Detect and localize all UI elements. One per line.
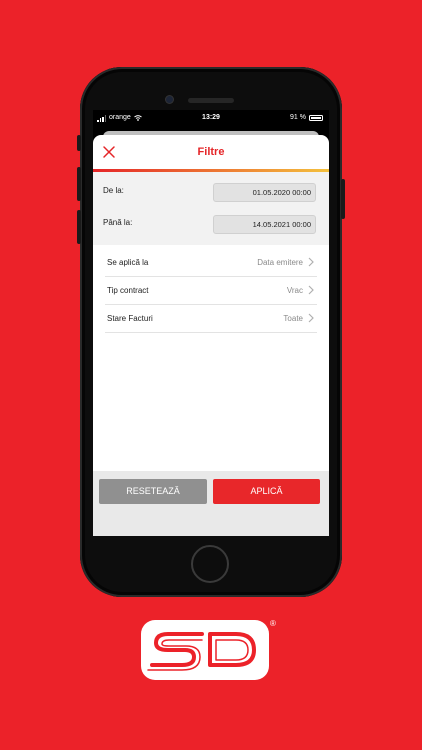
option-label: Se aplică la	[107, 258, 149, 267]
option-value: Toate	[283, 314, 303, 323]
volume-down-button	[77, 210, 81, 244]
date-from-label: De la:	[103, 186, 124, 195]
option-row-contract-type[interactable]: Tip contract Vrac	[105, 276, 317, 305]
mute-switch	[77, 135, 81, 151]
date-filters: De la: 01.05.2020 00:00 Până la: 14.05.2…	[93, 172, 329, 245]
action-bar: RESETEAZĂ APLICĂ	[93, 471, 329, 536]
chevron-right-icon	[308, 285, 314, 295]
power-button	[341, 179, 345, 219]
reset-button[interactable]: RESETEAZĂ	[99, 479, 207, 504]
earpiece-speaker	[188, 98, 234, 103]
date-from-field[interactable]: 01.05.2020 00:00	[213, 183, 316, 202]
date-to-row: Până la: 14.05.2021 00:00	[93, 209, 329, 239]
option-row-applies-to[interactable]: Se aplică la Data emitere	[105, 248, 317, 277]
phone-screen: orange 13:29 91 % Filtre De la: 01.05.20…	[93, 110, 329, 536]
option-label: Tip contract	[107, 286, 149, 295]
chevron-right-icon	[308, 257, 314, 267]
status-right: 91 %	[290, 110, 323, 126]
battery-icon	[309, 115, 323, 121]
date-to-field[interactable]: 14.05.2021 00:00	[213, 215, 316, 234]
chevron-right-icon	[308, 313, 314, 323]
option-label: Stare Facturi	[107, 314, 153, 323]
modal-header: Filtre	[93, 135, 329, 169]
filter-modal: Filtre De la: 01.05.2020 00:00 Până la: …	[93, 135, 329, 536]
date-to-label: Până la:	[103, 218, 133, 227]
sd-logo: ®	[141, 619, 276, 680]
status-bar: orange 13:29 91 %	[93, 110, 329, 126]
battery-percent: 91 %	[290, 114, 306, 121]
option-row-invoice-status[interactable]: Stare Facturi Toate	[105, 304, 317, 333]
home-button[interactable]	[191, 545, 229, 583]
modal-title: Filtre	[197, 146, 225, 158]
volume-up-button	[77, 167, 81, 201]
phone-mockup: orange 13:29 91 % Filtre De la: 01.05.20…	[77, 67, 345, 597]
apply-button[interactable]: APLICĂ	[213, 479, 320, 504]
option-value: Vrac	[286, 286, 303, 295]
front-camera	[166, 96, 173, 103]
option-value: Data emitere	[257, 258, 303, 267]
date-from-row: De la: 01.05.2020 00:00	[93, 177, 329, 207]
registered-mark: ®	[270, 619, 276, 628]
